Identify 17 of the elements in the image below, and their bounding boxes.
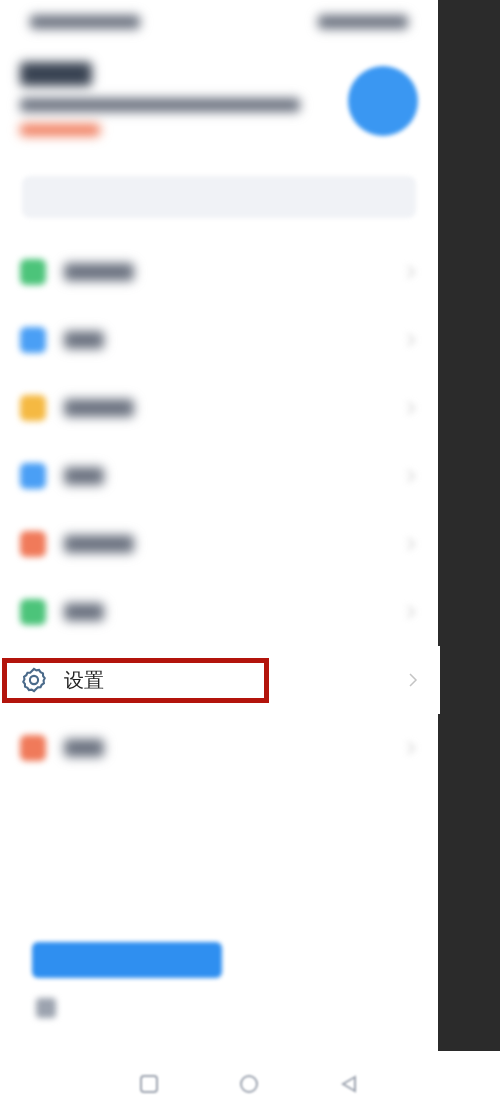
blurred-text <box>64 399 134 417</box>
chevron-icon <box>408 672 418 688</box>
menu-label: 设置 <box>64 668 104 693</box>
settings-icon <box>20 666 48 694</box>
blurred-text <box>64 331 104 349</box>
blurred-text <box>64 535 134 553</box>
home-icon[interactable] <box>240 1075 258 1093</box>
back-icon[interactable] <box>340 1075 358 1093</box>
avatar[interactable] <box>348 66 418 136</box>
recent-apps-icon[interactable] <box>140 1075 158 1093</box>
service-icon[interactable] <box>36 998 56 1018</box>
blurred-text <box>64 603 104 621</box>
blurred-text <box>64 263 134 281</box>
blurred-text <box>20 62 92 86</box>
blurred-text <box>64 739 104 757</box>
action-button[interactable] <box>32 942 222 978</box>
blurred-text <box>64 467 104 485</box>
